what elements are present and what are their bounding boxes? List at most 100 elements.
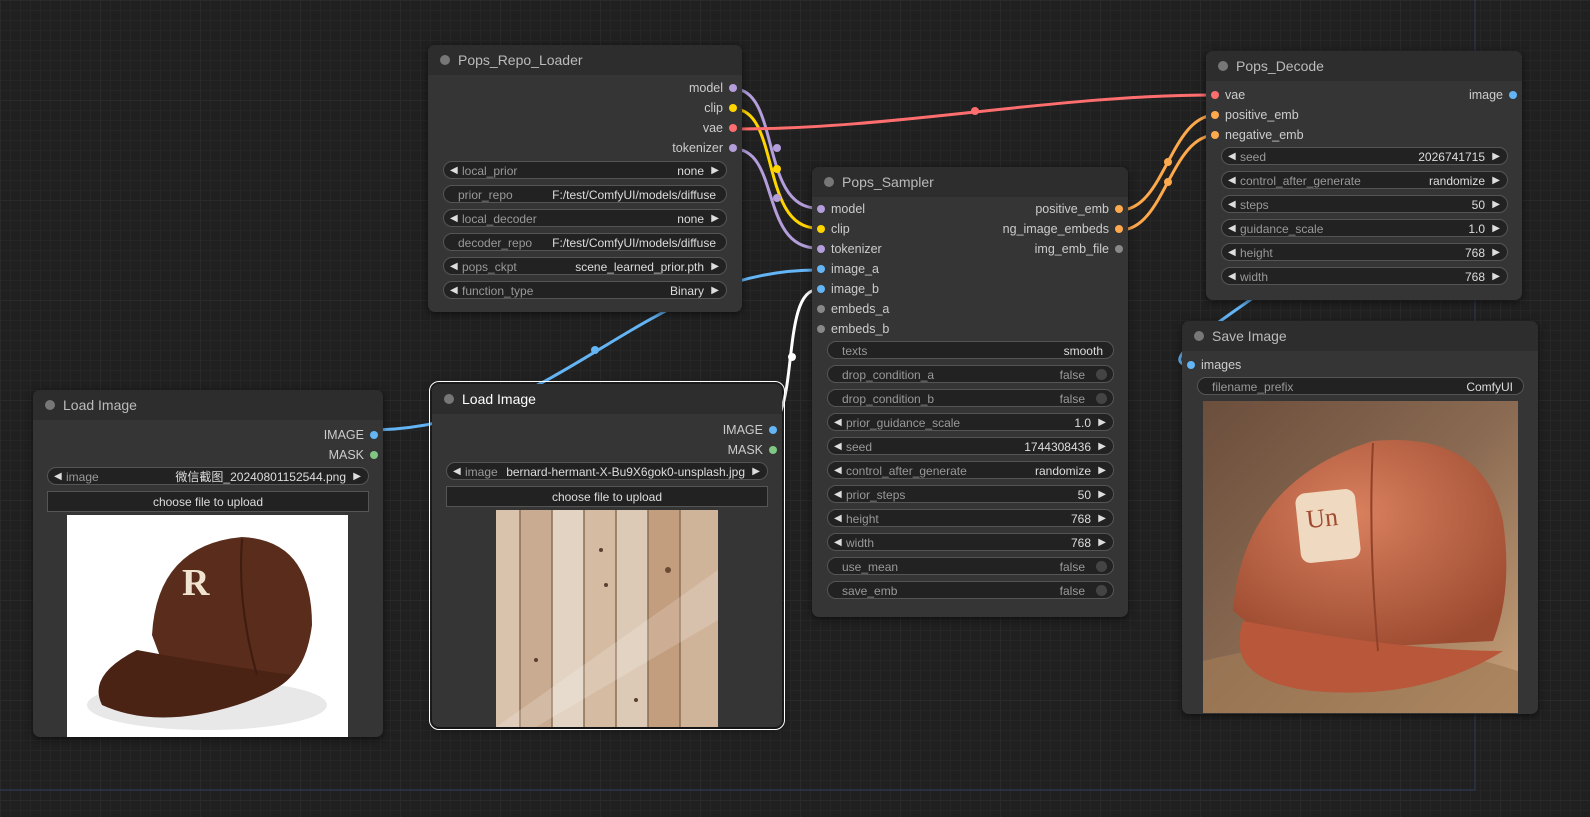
arrow-left-icon[interactable]: ◀ [450, 210, 458, 226]
widget-save-emb[interactable]: save_emb false [827, 581, 1114, 599]
widget-local-prior[interactable]: ◀ local_prior none ▶ [443, 161, 727, 179]
arrow-left-icon[interactable]: ◀ [1228, 172, 1236, 188]
arrow-right-icon[interactable]: ▶ [353, 468, 361, 484]
input-slot-model[interactable]: model [812, 200, 865, 218]
arrow-right-icon[interactable]: ▶ [1492, 196, 1500, 212]
arrow-right-icon[interactable]: ▶ [1098, 486, 1106, 502]
input-slot-embeds-a[interactable]: embeds_a [812, 300, 889, 318]
output-pin[interactable] [729, 104, 737, 112]
widget-image-select[interactable]: ◀ image 微信截图_20240801152544.png ▶ [47, 467, 369, 485]
widget-seed[interactable]: ◀ seed 1744308436 ▶ [827, 437, 1114, 455]
input-pin[interactable] [1211, 131, 1219, 139]
collapse-dot-icon[interactable] [440, 55, 450, 65]
widget-guidance-scale[interactable]: ◀ guidance_scale 1.0 ▶ [1221, 219, 1508, 237]
widget-local-decoder[interactable]: ◀ local_decoder none ▶ [443, 209, 727, 227]
input-pin[interactable] [817, 205, 825, 213]
arrow-right-icon[interactable]: ▶ [1098, 438, 1106, 454]
node-save-image[interactable]: Save Image images filename_prefix ComfyUI… [1182, 321, 1538, 714]
widget-texts[interactable]: texts smooth [827, 341, 1114, 359]
widget-decoder-repo[interactable]: decoder_repo F:/test/ComfyUI/models/diffu… [443, 233, 727, 251]
input-pin[interactable] [1211, 111, 1219, 119]
output-pin[interactable] [1509, 91, 1517, 99]
choose-file-button[interactable]: choose file to upload [446, 486, 768, 507]
input-pin[interactable] [817, 285, 825, 293]
widget-image-select[interactable]: ◀ image bernard-hermant-X-Bu9X6gok0-unspla… [446, 462, 768, 480]
arrow-left-icon[interactable]: ◀ [54, 468, 62, 484]
toggle-knob-icon[interactable] [1096, 561, 1107, 572]
arrow-left-icon[interactable]: ◀ [1228, 268, 1236, 284]
widget-seed[interactable]: ◀ seed 2026741715 ▶ [1221, 147, 1508, 165]
widget-steps[interactable]: ◀ steps 50 ▶ [1221, 195, 1508, 213]
input-pin[interactable] [1187, 361, 1195, 369]
output-slot-image[interactable]: IMAGE [663, 421, 782, 439]
link-reroute-dot[interactable] [1164, 178, 1172, 186]
output-slot-img-emb-file[interactable]: img_emb_file [949, 240, 1128, 258]
arrow-right-icon[interactable]: ▶ [711, 258, 719, 274]
arrow-right-icon[interactable]: ▶ [1492, 244, 1500, 260]
widget-function-type[interactable]: ◀ function_type Binary ▶ [443, 281, 727, 299]
arrow-left-icon[interactable]: ◀ [450, 162, 458, 178]
widget-pops-ckpt[interactable]: ◀ pops_ckpt scene_learned_prior.pth ▶ [443, 257, 727, 275]
node-load-image-1[interactable]: Load Image IMAGE MASK ◀ image 微信截图_2024080… [33, 390, 383, 737]
toggle-knob-icon[interactable] [1096, 393, 1107, 404]
input-slot-images[interactable]: images [1182, 356, 1241, 374]
input-pin[interactable] [817, 245, 825, 253]
arrow-right-icon[interactable]: ▶ [1492, 148, 1500, 164]
input-slot-image-a[interactable]: image_a [812, 260, 879, 278]
widget-control-after-generate[interactable]: ◀ control_after_generate randomize ▶ [1221, 171, 1508, 189]
output-slot-mask[interactable]: MASK [663, 441, 782, 459]
arrow-right-icon[interactable]: ▶ [1492, 268, 1500, 284]
arrow-right-icon[interactable]: ▶ [711, 210, 719, 226]
output-slot-clip[interactable]: clip [523, 99, 742, 117]
input-slot-clip[interactable]: clip [812, 220, 850, 238]
arrow-left-icon[interactable]: ◀ [834, 462, 842, 478]
arrow-left-icon[interactable]: ◀ [1228, 196, 1236, 212]
input-slot-tokenizer[interactable]: tokenizer [812, 240, 882, 258]
arrow-right-icon[interactable]: ▶ [1098, 510, 1106, 526]
arrow-right-icon[interactable]: ▶ [1098, 462, 1106, 478]
link-reroute-dot[interactable] [773, 144, 781, 152]
link-reroute-dot[interactable] [773, 194, 781, 202]
choose-file-button[interactable]: choose file to upload [47, 491, 369, 512]
toggle-knob-icon[interactable] [1096, 369, 1107, 380]
widget-drop-condition-b[interactable]: drop_condition_b false [827, 389, 1114, 407]
node-title-bar[interactable]: Load Image [432, 384, 782, 414]
arrow-left-icon[interactable]: ◀ [834, 486, 842, 502]
toggle-knob-icon[interactable] [1096, 585, 1107, 596]
collapse-dot-icon[interactable] [444, 394, 454, 404]
arrow-left-icon[interactable]: ◀ [834, 414, 842, 430]
input-pin[interactable] [817, 325, 825, 333]
output-slot-mask[interactable]: MASK [264, 446, 383, 464]
arrow-left-icon[interactable]: ◀ [1228, 220, 1236, 236]
arrow-left-icon[interactable]: ◀ [453, 463, 461, 479]
node-title-bar[interactable]: Load Image [33, 390, 383, 420]
link-reroute-dot[interactable] [788, 353, 796, 361]
node-title-bar[interactable]: Save Image [1182, 321, 1538, 351]
input-slot-negative-emb[interactable]: negative_emb [1206, 126, 1304, 144]
output-pin[interactable] [370, 431, 378, 439]
input-slot-positive-emb[interactable]: positive_emb [1206, 106, 1299, 124]
output-pin[interactable] [729, 84, 737, 92]
output-pin[interactable] [1115, 245, 1123, 253]
node-title-bar[interactable]: Pops_Repo_Loader [428, 45, 742, 75]
arrow-left-icon[interactable]: ◀ [450, 258, 458, 274]
input-slot-image-b[interactable]: image_b [812, 280, 879, 298]
output-pin[interactable] [1115, 225, 1123, 233]
output-pin[interactable] [370, 451, 378, 459]
arrow-right-icon[interactable]: ▶ [1492, 172, 1500, 188]
link-reroute-dot[interactable] [591, 346, 599, 354]
output-pin[interactable] [729, 144, 737, 152]
node-title-bar[interactable]: Pops_Decode [1206, 51, 1522, 81]
output-slot-vae[interactable]: vae [523, 119, 742, 137]
widget-control-after-generate[interactable]: ◀ control_after_generate randomize ▶ [827, 461, 1114, 479]
arrow-right-icon[interactable]: ▶ [711, 282, 719, 298]
arrow-left-icon[interactable]: ◀ [834, 438, 842, 454]
link-reroute-dot[interactable] [773, 165, 781, 173]
input-slot-vae[interactable]: vae [1206, 86, 1245, 104]
input-pin[interactable] [817, 265, 825, 273]
widget-prior-guidance-scale[interactable]: ◀ prior_guidance_scale 1.0 ▶ [827, 413, 1114, 431]
output-slot-image[interactable]: image [1403, 86, 1522, 104]
link-reroute-dot[interactable] [1164, 158, 1172, 166]
widget-width[interactable]: ◀ width 768 ▶ [827, 533, 1114, 551]
arrow-right-icon[interactable]: ▶ [1098, 534, 1106, 550]
